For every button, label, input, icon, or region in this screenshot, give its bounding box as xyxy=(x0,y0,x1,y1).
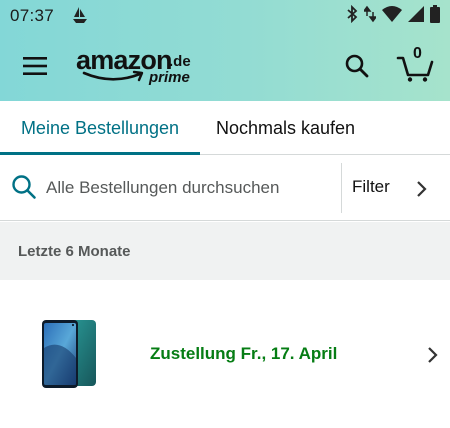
tab-nochmals-kaufen[interactable]: Nochmals kaufen xyxy=(216,101,355,155)
status-time: 07:37 xyxy=(10,6,55,25)
order-search-row: Filter xyxy=(0,155,450,221)
signal-icon xyxy=(408,6,424,22)
hamburger-menu-icon[interactable] xyxy=(20,53,50,79)
status-bar: 07:37 xyxy=(0,0,450,31)
battery-icon xyxy=(430,5,440,23)
section-header: Letzte 6 Monate xyxy=(0,222,450,280)
smartphone-product-image xyxy=(42,320,96,388)
section-label: Letzte 6 Monate xyxy=(18,243,131,260)
search-icon[interactable] xyxy=(344,53,370,79)
order-list-item[interactable]: Zustellung Fr., 17. April xyxy=(0,280,450,428)
wifi-icon xyxy=(382,6,402,22)
filter-label: Filter xyxy=(352,177,390,196)
amazon-prime-logo[interactable]: amazon .de prime xyxy=(76,45,196,89)
bluetooth-icon xyxy=(347,5,358,23)
search-icon xyxy=(12,175,36,199)
cart-count: 0 xyxy=(413,45,422,62)
tab-meine-bestellungen[interactable]: Meine Bestellungen xyxy=(0,101,200,155)
logo-smile-icon xyxy=(82,70,144,82)
app-top-area: 07:37 amazon .de prime 0 xyxy=(0,0,450,101)
filter-button[interactable]: Filter xyxy=(342,155,450,221)
delivery-status: Zustellung Fr., 17. April xyxy=(150,344,338,363)
logo-prime: prime xyxy=(149,69,190,86)
cart-button[interactable]: 0 xyxy=(396,45,434,83)
order-tabs: Meine Bestellungen Nochmals kaufen xyxy=(0,101,450,155)
chevron-right-icon xyxy=(417,181,427,197)
data-arrows-icon xyxy=(364,5,376,23)
order-search-input[interactable] xyxy=(46,155,336,221)
logo-tld: .de xyxy=(169,53,191,70)
app-header: amazon .de prime 0 xyxy=(0,31,450,101)
chevron-right-icon xyxy=(428,347,438,363)
status-icons xyxy=(346,5,440,23)
sailboat-icon xyxy=(73,7,87,23)
